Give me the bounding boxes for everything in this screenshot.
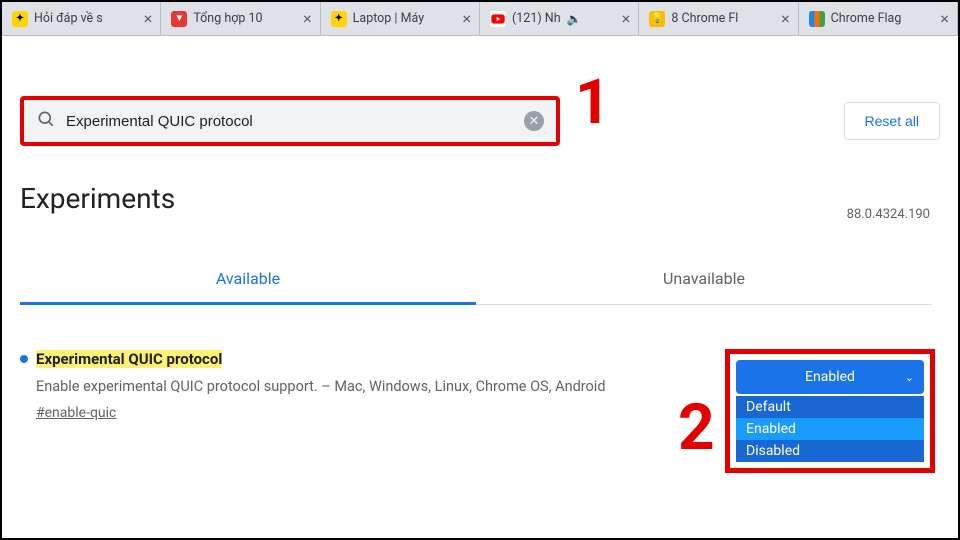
browser-tabstrip: ✦Hỏi đáp về s×▼Tổng hợp 10×✦Laptop | Máy…: [2, 2, 958, 36]
callout-label-1: 1: [575, 66, 611, 139]
close-tab-icon[interactable]: ×: [781, 9, 790, 28]
page-title: Experiments: [20, 182, 940, 215]
modified-indicator-icon: [20, 355, 28, 363]
search-icon: [36, 109, 56, 133]
tab-title: Tổng hợp 10: [193, 11, 262, 26]
flag-state-option[interactable]: Disabled: [736, 440, 924, 462]
tab-unavailable[interactable]: Unavailable: [476, 259, 932, 304]
tab-title: Hỏi đáp về s: [34, 11, 103, 26]
close-tab-icon[interactable]: ×: [462, 9, 471, 28]
browser-tab[interactable]: ✦Hỏi đáp về s×: [2, 2, 161, 35]
flag-entry: Experimental QUIC protocol Enable experi…: [20, 349, 940, 421]
tab-title: Chrome Flag: [831, 11, 902, 26]
close-tab-icon[interactable]: ×: [622, 9, 631, 28]
flag-state-option[interactable]: Default: [736, 396, 924, 418]
mute-icon[interactable]: 🔈: [567, 12, 582, 26]
tab-available[interactable]: Available: [20, 259, 476, 305]
close-tab-icon[interactable]: ×: [940, 9, 949, 28]
close-tab-icon[interactable]: ×: [144, 9, 153, 28]
flag-title: Experimental QUIC protocol: [36, 350, 222, 368]
tab-title: (121) Nh: [512, 11, 561, 26]
browser-tab[interactable]: ✦Laptop | Máy×: [321, 2, 480, 35]
browser-tab[interactable]: 💡8 Chrome Fl×: [639, 2, 798, 35]
flag-dropdown-container: 2 Enabled ⌄ DefaultEnabledDisabled: [725, 349, 935, 473]
search-flags-input-container: ✕: [20, 96, 560, 146]
callout-label-2: 2: [678, 390, 715, 465]
section-tabs: Available Unavailable: [20, 259, 932, 305]
browser-tab[interactable]: ▼Tổng hợp 10×: [161, 2, 320, 35]
flag-state-selected: Enabled: [805, 369, 855, 385]
clear-search-icon[interactable]: ✕: [524, 111, 544, 131]
chevron-down-icon: ⌄: [905, 371, 914, 384]
reset-all-button[interactable]: Reset all: [844, 102, 940, 140]
chrome-version: 88.0.4324.190: [847, 207, 930, 222]
flag-description: Enable experimental QUIC protocol suppor…: [36, 378, 706, 395]
browser-tab[interactable]: (121) Nh 🔈 ×: [480, 2, 639, 35]
tab-title: 8 Chrome Fl: [671, 11, 738, 26]
search-flags-input[interactable]: [66, 113, 524, 130]
flag-state-select[interactable]: Enabled ⌄: [736, 360, 924, 394]
close-tab-icon[interactable]: ×: [303, 9, 312, 28]
tab-title: Laptop | Máy: [353, 11, 424, 26]
flag-state-options: DefaultEnabledDisabled: [736, 396, 924, 462]
browser-tab[interactable]: Chrome Flag ×: [799, 2, 958, 35]
flag-state-option[interactable]: Enabled: [736, 418, 924, 440]
